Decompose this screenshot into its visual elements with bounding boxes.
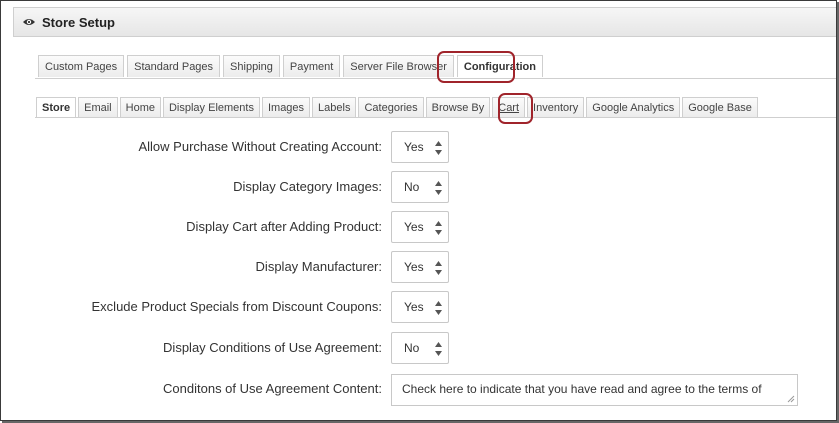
tab-payment[interactable]: Payment [282,55,341,77]
setting-row: Exclude Product Specials from Discount C… [1,291,836,323]
top-tab-divider [35,78,836,79]
subtab-display-elements[interactable]: Display Elements [162,97,260,117]
select-value: Yes [404,260,424,274]
setting-row: Display Cart after Adding Product: Yes [1,211,836,243]
page-title: Store Setup [42,14,115,30]
updown-arrows-icon [435,181,442,195]
updown-arrows-icon [435,342,442,356]
exclude-specials-label: Exclude Product Specials from Discount C… [91,299,382,314]
panel-header: Store Setup [13,7,836,37]
display-category-images-select[interactable]: No [391,171,449,203]
cart-highlight [498,93,533,124]
exclude-specials-select[interactable]: Yes [391,291,449,323]
resize-grip-icon[interactable] [787,395,795,403]
setting-row: Display Category Images: No [1,171,836,203]
subtab-inventory[interactable]: Inventory [527,97,585,117]
updown-arrows-icon [435,141,442,155]
subtab-categories[interactable]: Categories [358,97,424,117]
setting-row: Display Conditions of Use Agreement: No [1,332,836,364]
sub-tab-bar: Store Email Home Display Elements Images… [36,97,760,117]
select-value: Yes [404,220,424,234]
display-cart-select[interactable]: Yes [391,211,449,243]
subtab-store[interactable]: Store [36,97,77,117]
display-manufacturer-label: Display Manufacturer: [255,259,382,274]
configuration-highlight [437,51,515,83]
display-manufacturer-select[interactable]: Yes [391,251,449,283]
tab-custom-pages[interactable]: Custom Pages [38,55,125,77]
subtab-labels[interactable]: Labels [312,97,357,117]
updown-arrows-icon [435,261,442,275]
select-value: Yes [404,140,424,154]
subtab-email[interactable]: Email [78,97,118,117]
agreement-content-label: Conditons of Use Agreement Content: [163,381,382,396]
tab-shipping[interactable]: Shipping [223,55,280,77]
display-cart-label: Display Cart after Adding Product: [186,219,382,234]
setting-row: Display Manufacturer: Yes [1,251,836,283]
subtab-google-analytics[interactable]: Google Analytics [586,97,681,117]
tab-standard-pages[interactable]: Standard Pages [127,55,221,77]
subtab-browse-by[interactable]: Browse By [425,97,491,117]
allow-purchase-label: Allow Purchase Without Creating Account: [138,139,382,154]
select-value: No [404,180,420,194]
agreement-content-text: Check here to indicate that you have rea… [402,382,762,396]
updown-arrows-icon [435,301,442,315]
setting-row: Allow Purchase Without Creating Account:… [1,131,836,163]
store-setup-window: Store Setup Custom Pages Standard Pages … [0,0,837,421]
select-value: No [404,341,420,355]
display-category-images-label: Display Category Images: [233,179,382,194]
eye-icon [23,19,35,25]
allow-purchase-select[interactable]: Yes [391,131,449,163]
subtab-home[interactable]: Home [119,97,161,117]
display-conditions-select[interactable]: No [391,332,449,364]
display-conditions-label: Display Conditions of Use Agreement: [163,340,382,355]
subtab-images[interactable]: Images [261,97,311,117]
select-value: Yes [404,300,424,314]
updown-arrows-icon [435,221,442,235]
subtab-google-base[interactable]: Google Base [682,97,758,117]
agreement-content-textarea[interactable]: Check here to indicate that you have rea… [391,374,798,406]
sub-tab-divider [35,117,836,118]
